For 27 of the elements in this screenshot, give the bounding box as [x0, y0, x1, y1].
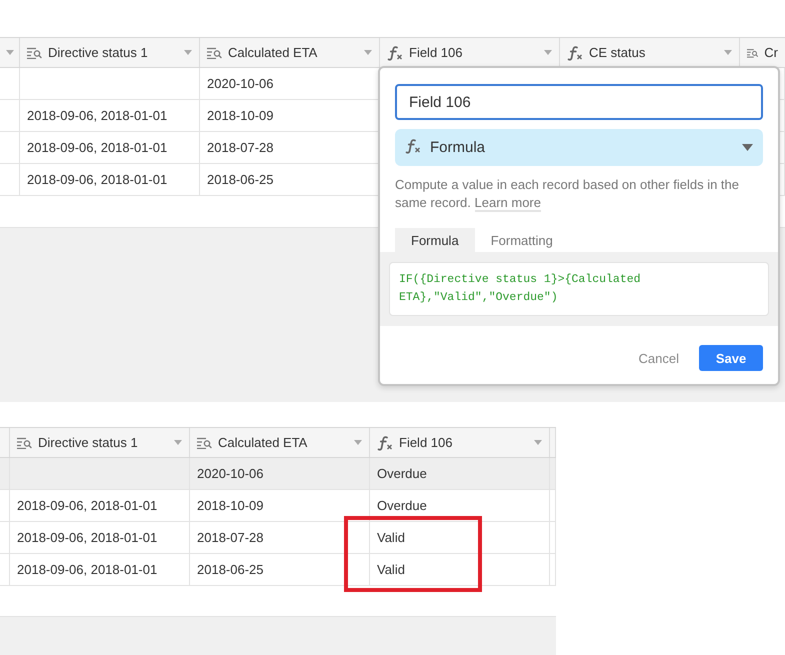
table-cell: 2018-09-06, 2018-01-01 [27, 172, 168, 187]
table-cell: 2018-09-06, 2018-01-01 [17, 498, 158, 513]
table-cell: 2018-09-06, 2018-01-01 [17, 530, 158, 545]
table-cell: 2018-09-06, 2018-01-01 [27, 140, 168, 155]
table-cell: Valid [377, 530, 405, 545]
column-title: CE status [589, 45, 646, 60]
table-cell: 2018-09-06, 2018-01-01 [27, 108, 168, 123]
table-cell: 2018-10-09 [207, 108, 274, 123]
column-title: Directive status 1 [38, 435, 138, 450]
table-cell: 2018-07-28 [207, 140, 274, 155]
table-cell: Overdue [377, 466, 427, 481]
column-title: Cr [764, 45, 778, 60]
column-title: Calculated ETA [228, 45, 318, 60]
table-cell: 2018-06-25 [197, 562, 264, 577]
table-cell: 2018-10-09 [197, 498, 264, 513]
table-cell: 2018-06-25 [207, 172, 274, 187]
column-title: Field 106 [409, 45, 462, 60]
table-cell: 2018-09-06, 2018-01-01 [17, 562, 158, 577]
column-title: Calculated ETA [218, 435, 308, 450]
column-title: Field 106 [399, 435, 452, 450]
table-cell: 2020-10-06 [197, 466, 264, 481]
column-title: Directive status 1 [48, 45, 148, 60]
table-cell: 2018-07-28 [197, 530, 264, 545]
table-cell: Overdue [377, 498, 427, 513]
table-cell: 2020-10-06 [207, 76, 274, 91]
field-description: Compute a value in each record based on other fields in the same record. Learn more [395, 176, 740, 212]
table-cell: Valid [377, 562, 405, 577]
